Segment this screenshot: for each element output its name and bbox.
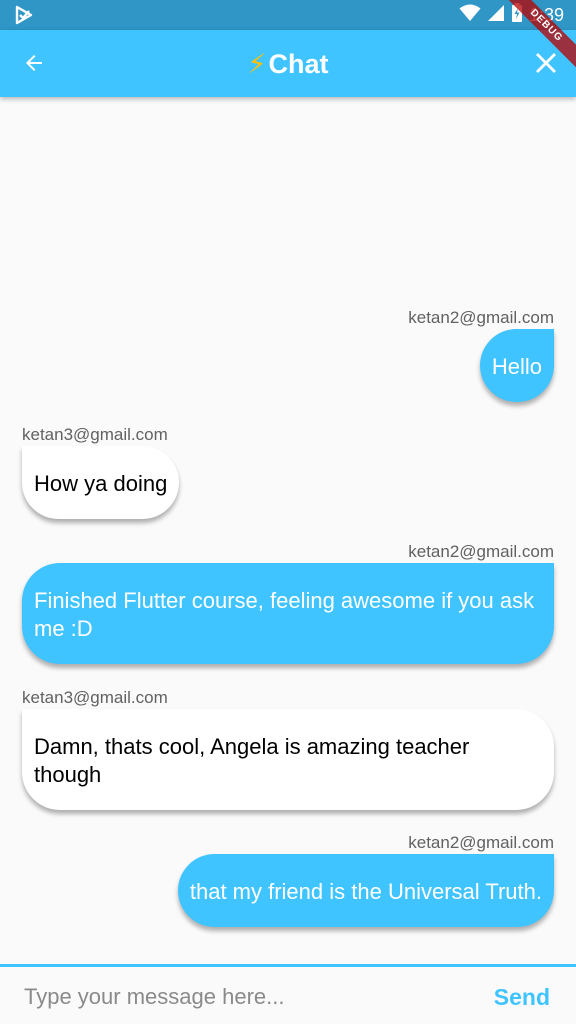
message-bubble-sent: Finished Flutter course, feeling awesome… bbox=[22, 563, 554, 664]
message-list[interactable]: ketan2@gmail.com Hello ketan3@gmail.com … bbox=[0, 97, 576, 964]
send-button[interactable]: Send bbox=[494, 979, 550, 1015]
app-bar: ⚡ Chat bbox=[0, 30, 576, 97]
message-bubble-sent: that my friend is the Universal Truth. bbox=[177, 854, 554, 927]
message-sender: ketan3@gmail.com bbox=[22, 425, 168, 444]
page-title-text: Chat bbox=[268, 48, 329, 79]
message-sender: ketan2@gmail.com bbox=[408, 542, 554, 561]
message-bubble-received: Damn, thats cool, Angela is amazing teac… bbox=[22, 709, 554, 810]
wifi-icon bbox=[459, 4, 481, 27]
message-sender: ketan2@gmail.com bbox=[408, 833, 554, 852]
message-sender: ketan3@gmail.com bbox=[22, 688, 168, 707]
message-composer: Send bbox=[0, 964, 576, 1024]
close-button[interactable] bbox=[524, 40, 568, 86]
message-bubble-sent: Hello bbox=[479, 329, 554, 402]
status-icons: 1:39 bbox=[459, 2, 564, 28]
close-icon bbox=[536, 53, 556, 73]
message-sender: ketan2@gmail.com bbox=[408, 308, 554, 327]
lightning-bolt-icon: ⚡ bbox=[247, 48, 267, 79]
page-title: ⚡ Chat bbox=[0, 30, 576, 97]
status-bar: 1:39 bbox=[0, 0, 576, 30]
status-time: 1:39 bbox=[528, 5, 564, 25]
message-bubble-received: How ya doing bbox=[22, 446, 180, 519]
battery-charging-icon bbox=[511, 2, 523, 28]
cell-signal-icon bbox=[487, 4, 505, 27]
message-input[interactable] bbox=[24, 979, 444, 1015]
play-protect-icon bbox=[14, 5, 34, 25]
